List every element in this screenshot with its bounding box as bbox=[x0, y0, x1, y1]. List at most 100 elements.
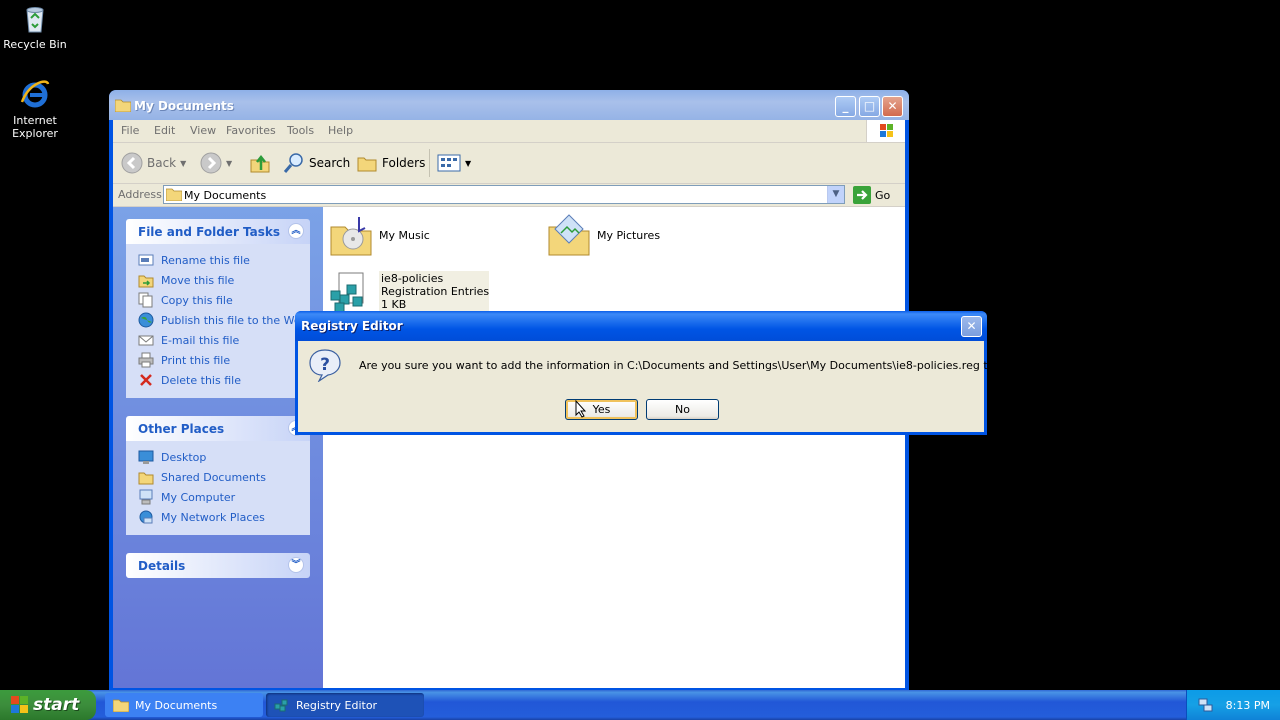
windows-flag-icon bbox=[866, 120, 905, 142]
network-tray-icon[interactable] bbox=[1197, 697, 1213, 713]
taskbar-item-label: Registry Editor bbox=[296, 698, 378, 712]
address-field[interactable]: My Documents ▼ bbox=[163, 185, 845, 204]
registry-editor-icon bbox=[274, 699, 288, 712]
task-label: Delete this file bbox=[161, 373, 241, 387]
panel-title: Details bbox=[138, 559, 186, 573]
search-icon bbox=[283, 153, 303, 173]
menu-view[interactable]: View bbox=[190, 124, 216, 137]
desktop-icon bbox=[138, 450, 154, 464]
file-ie8-policies[interactable]: ie8-policies Registration Entries 1 KB bbox=[329, 271, 490, 315]
panel-header[interactable]: Details ︾ bbox=[126, 553, 310, 578]
task-email[interactable]: E-mail this file bbox=[126, 330, 310, 350]
dialog-close-button[interactable]: ✕ bbox=[961, 316, 982, 337]
go-arrow-icon bbox=[853, 186, 871, 204]
task-label: Copy this file bbox=[161, 293, 233, 307]
views-button[interactable]: ▼ bbox=[437, 151, 471, 175]
task-label: My Network Places bbox=[161, 510, 265, 524]
taskbar-item-registry-editor[interactable]: Registry Editor bbox=[266, 693, 424, 717]
menu-edit[interactable]: Edit bbox=[154, 124, 175, 137]
menu-help[interactable]: Help bbox=[328, 124, 353, 137]
task-label: Move this file bbox=[161, 273, 235, 287]
back-button[interactable]: Back ▼ bbox=[121, 151, 186, 175]
go-label: Go bbox=[875, 188, 891, 202]
folders-icon bbox=[357, 157, 377, 172]
task-move[interactable]: Move this file bbox=[126, 270, 310, 290]
place-desktop[interactable]: Desktop bbox=[126, 447, 310, 467]
copy-icon bbox=[138, 292, 153, 308]
up-folder-icon bbox=[250, 154, 270, 173]
task-print[interactable]: Print this file bbox=[126, 350, 310, 370]
desktop-icon-label: Internet Explorer bbox=[12, 114, 58, 140]
move-icon bbox=[138, 275, 154, 288]
task-rename[interactable]: Rename this file bbox=[126, 250, 310, 270]
other-places-panel: Other Places ︽ Desktop Shared Documents … bbox=[126, 416, 310, 535]
explorer-titlebar[interactable]: My Documents _ □ ✕ bbox=[109, 90, 909, 120]
panel-header[interactable]: File and Folder Tasks ︽ bbox=[126, 219, 310, 244]
folder-my-pictures[interactable]: My Pictures bbox=[547, 213, 660, 257]
registry-file-icon bbox=[330, 272, 364, 313]
panel-body: Rename this file Move this file Copy thi… bbox=[126, 244, 310, 398]
computer-icon bbox=[139, 489, 153, 505]
menu-tools[interactable]: Tools bbox=[287, 124, 314, 137]
folders-button[interactable]: Folders bbox=[356, 151, 425, 175]
up-folder-button[interactable] bbox=[249, 151, 271, 175]
internet-explorer-icon bbox=[20, 80, 50, 108]
task-label: Rename this file bbox=[161, 253, 250, 267]
rename-icon bbox=[138, 254, 154, 266]
panel-title: File and Folder Tasks bbox=[138, 225, 281, 239]
address-bar: Address My Documents ▼ Go bbox=[113, 184, 905, 207]
dropdown-arrow-icon: ▼ bbox=[465, 158, 472, 168]
network-icon bbox=[139, 510, 153, 524]
go-button[interactable]: Go bbox=[853, 186, 890, 204]
dialog-titlebar[interactable]: Registry Editor ✕ bbox=[295, 311, 987, 341]
menu-file[interactable]: File bbox=[121, 124, 139, 137]
folder-my-music[interactable]: My Music bbox=[329, 213, 430, 257]
address-dropdown-button[interactable]: ▼ bbox=[827, 186, 844, 203]
pictures-folder-icon bbox=[548, 214, 590, 256]
task-delete[interactable]: Delete this file bbox=[126, 370, 310, 390]
panel-header[interactable]: Other Places ︽ bbox=[126, 416, 310, 441]
panel-title: Other Places bbox=[138, 422, 225, 436]
desktop-icon-internet-explorer[interactable]: Internet Explorer bbox=[0, 78, 70, 140]
email-icon bbox=[138, 335, 154, 346]
search-button[interactable]: Search bbox=[283, 151, 350, 175]
svg-text:?: ? bbox=[320, 355, 330, 375]
minimize-button[interactable]: _ bbox=[835, 96, 856, 117]
task-label: E-mail this file bbox=[161, 333, 240, 347]
folder-icon bbox=[115, 99, 131, 112]
file-list-pane: My Music My Pictures ie8-policies Regist… bbox=[323, 207, 905, 688]
menu-favorites[interactable]: Favorites bbox=[226, 124, 276, 137]
folder-icon bbox=[113, 699, 129, 712]
collapse-chevron-icon[interactable]: ︽ bbox=[288, 223, 304, 239]
place-shared-documents[interactable]: Shared Documents bbox=[126, 467, 310, 487]
maximize-button[interactable]: □ bbox=[859, 96, 880, 117]
close-button[interactable]: ✕ bbox=[882, 96, 903, 117]
clock[interactable]: 8:13 PM bbox=[1226, 699, 1270, 712]
folder-icon bbox=[166, 188, 182, 201]
views-icon bbox=[437, 154, 461, 172]
dialog-body: ? Are you sure you want to add the infor… bbox=[298, 341, 1067, 432]
folders-label: Folders bbox=[382, 156, 426, 170]
window-title: My Documents bbox=[134, 99, 234, 113]
task-copy[interactable]: Copy this file bbox=[126, 290, 310, 310]
place-my-network-places[interactable]: My Network Places bbox=[126, 507, 310, 527]
task-label: Shared Documents bbox=[161, 470, 266, 484]
no-button[interactable]: No bbox=[646, 399, 719, 420]
task-pane: File and Folder Tasks ︽ Rename this file… bbox=[113, 207, 323, 688]
delete-x-icon bbox=[140, 374, 152, 386]
expand-chevron-icon[interactable]: ︾ bbox=[288, 557, 304, 573]
start-button[interactable]: start bbox=[0, 690, 96, 720]
taskbar-item-my-documents[interactable]: My Documents bbox=[105, 693, 263, 717]
forward-button[interactable]: ▼ bbox=[200, 151, 232, 175]
task-publish[interactable]: Publish this file to the Web bbox=[126, 310, 310, 330]
dropdown-arrow-icon: ▼ bbox=[226, 158, 233, 168]
item-name: My Music bbox=[379, 228, 430, 242]
windows-flag-icon bbox=[11, 696, 28, 713]
recycle-bin-icon bbox=[26, 7, 44, 33]
dropdown-arrow-icon: ▼ bbox=[180, 158, 187, 168]
music-folder-icon bbox=[330, 217, 372, 256]
item-size: 1 KB bbox=[381, 298, 407, 311]
desktop-icon-recycle-bin[interactable]: Recycle Bin bbox=[0, 2, 70, 51]
task-label: My Computer bbox=[161, 490, 236, 504]
place-my-computer[interactable]: My Computer bbox=[126, 487, 310, 507]
